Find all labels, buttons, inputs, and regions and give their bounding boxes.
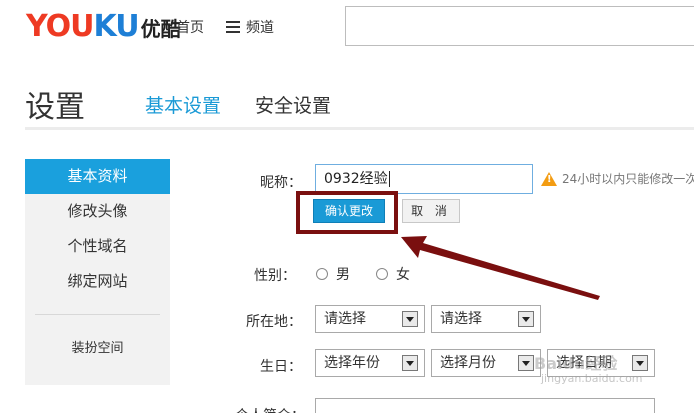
chevron-down-icon bbox=[402, 311, 418, 327]
youku-logo[interactable]: YOUKU 优酷 bbox=[26, 10, 181, 44]
nickname-label: 昵称： bbox=[260, 175, 302, 191]
bio-textarea[interactable] bbox=[315, 398, 655, 413]
tab-security-settings[interactable]: 安全设置 bbox=[255, 91, 331, 127]
menu-icon bbox=[226, 21, 240, 33]
location-province-select[interactable]: 请选择 bbox=[315, 305, 425, 333]
top-header: YOUKU 优酷 首页 频道 bbox=[0, 0, 694, 55]
birthday-year-select[interactable]: 选择年份 bbox=[315, 349, 425, 377]
search-input[interactable] bbox=[345, 6, 694, 46]
baidu-watermark-url: jingyan.baidu.com bbox=[541, 372, 643, 385]
nickname-hint-text: 24小时以内只能修改一次 bbox=[562, 172, 694, 186]
logo-part-you: YOU bbox=[26, 9, 95, 44]
settings-sidebar: 基本资料 修改头像 个性域名 绑定网站 装扮空间 bbox=[25, 159, 170, 385]
birthday-label: 生日： bbox=[260, 359, 302, 375]
radio-female[interactable] bbox=[376, 268, 388, 280]
tab-basic-settings[interactable]: 基本设置 bbox=[145, 91, 222, 130]
location-city-select[interactable]: 请选择 bbox=[431, 305, 541, 333]
gender-male-option[interactable]: 男 bbox=[316, 264, 350, 284]
sidebar-item-dress-space[interactable]: 装扮空间 bbox=[25, 337, 170, 356]
logo-english: YOUKU bbox=[26, 9, 140, 44]
chevron-down-icon bbox=[518, 311, 534, 327]
birthday-month-select[interactable]: 选择月份 bbox=[431, 349, 541, 377]
nickname-value: 0932经验 bbox=[324, 171, 388, 187]
nav-home-link[interactable]: 首页 bbox=[176, 17, 204, 37]
radio-male[interactable] bbox=[316, 268, 328, 280]
month-select-value: 选择月份 bbox=[440, 355, 496, 371]
location-label: 所在地： bbox=[246, 314, 302, 330]
gender-label: 性别： bbox=[254, 268, 296, 284]
warning-icon: ! bbox=[541, 171, 557, 186]
nickname-hint: ! 24小时以内只能修改一次 bbox=[541, 170, 694, 187]
chevron-down-icon bbox=[518, 355, 534, 371]
sidebar-item-domain[interactable]: 个性域名 bbox=[25, 229, 170, 264]
gender-female-option[interactable]: 女 bbox=[376, 264, 410, 284]
baidu-watermark: Baidu经验 bbox=[534, 354, 618, 373]
logo-chinese: 优酷 bbox=[140, 17, 181, 41]
nickname-input[interactable]: 0932经验 bbox=[315, 164, 533, 194]
logo-part-ku: KU bbox=[93, 9, 140, 44]
city-select-value: 请选择 bbox=[440, 311, 482, 327]
sidebar-item-basic-info[interactable]: 基本资料 bbox=[25, 159, 170, 194]
nav-channel-label: 频道 bbox=[246, 20, 274, 36]
province-select-value: 请选择 bbox=[324, 311, 366, 327]
page-title: 设置 bbox=[25, 90, 85, 125]
sidebar-item-bind-site[interactable]: 绑定网站 bbox=[25, 264, 170, 299]
annotation-highlight-box bbox=[296, 191, 398, 234]
gender-female-label: 女 bbox=[396, 267, 410, 283]
year-select-value: 选择年份 bbox=[324, 355, 380, 371]
title-divider bbox=[25, 127, 694, 130]
text-caret bbox=[388, 171, 390, 187]
chevron-down-icon bbox=[632, 355, 648, 371]
sidebar-item-avatar[interactable]: 修改头像 bbox=[25, 194, 170, 229]
nav-channel-link[interactable]: 频道 bbox=[226, 17, 274, 37]
chevron-down-icon bbox=[402, 355, 418, 371]
cancel-button[interactable]: 取 消 bbox=[402, 199, 460, 223]
sidebar-divider bbox=[35, 314, 160, 315]
bio-label: 个人简介： bbox=[225, 405, 305, 413]
gender-male-label: 男 bbox=[336, 267, 350, 283]
